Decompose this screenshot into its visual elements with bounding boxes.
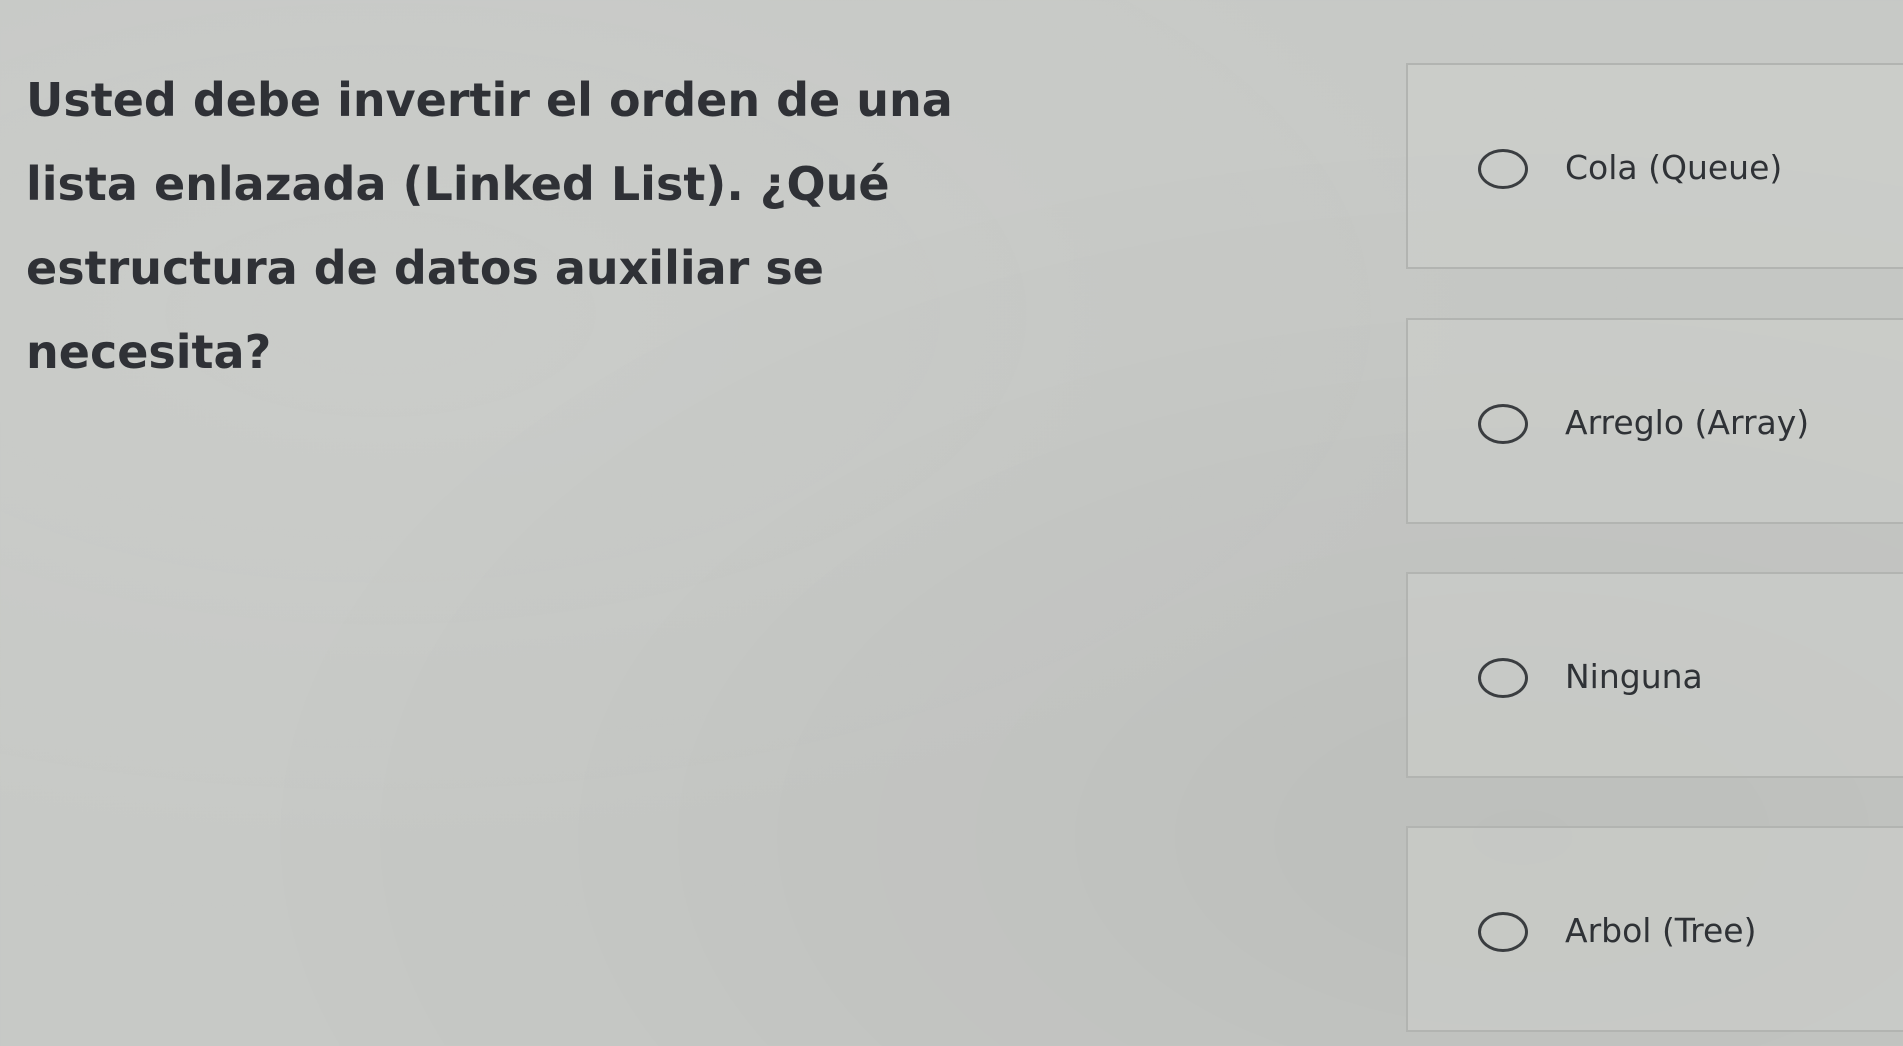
radio-button[interactable] [1478,658,1528,698]
option-label: Arreglo (Array) [1565,403,1810,442]
answer-option-ninguna[interactable]: Ninguna [1406,572,1903,778]
answer-option-arbol[interactable]: Arbol (Tree) [1406,826,1903,1032]
option-label: Ninguna [1565,657,1703,696]
radio-button[interactable] [1478,149,1528,189]
radio-button[interactable] [1478,912,1528,952]
option-label: Arbol (Tree) [1565,911,1757,950]
answer-option-arreglo[interactable]: Arreglo (Array) [1406,318,1903,524]
option-label: Cola (Queue) [1565,148,1783,187]
question-text: Usted debe invertir el orden de una list… [26,73,953,379]
radio-button[interactable] [1478,404,1528,444]
answer-option-cola[interactable]: Cola (Queue) [1406,63,1903,269]
header-strip [0,0,1903,14]
